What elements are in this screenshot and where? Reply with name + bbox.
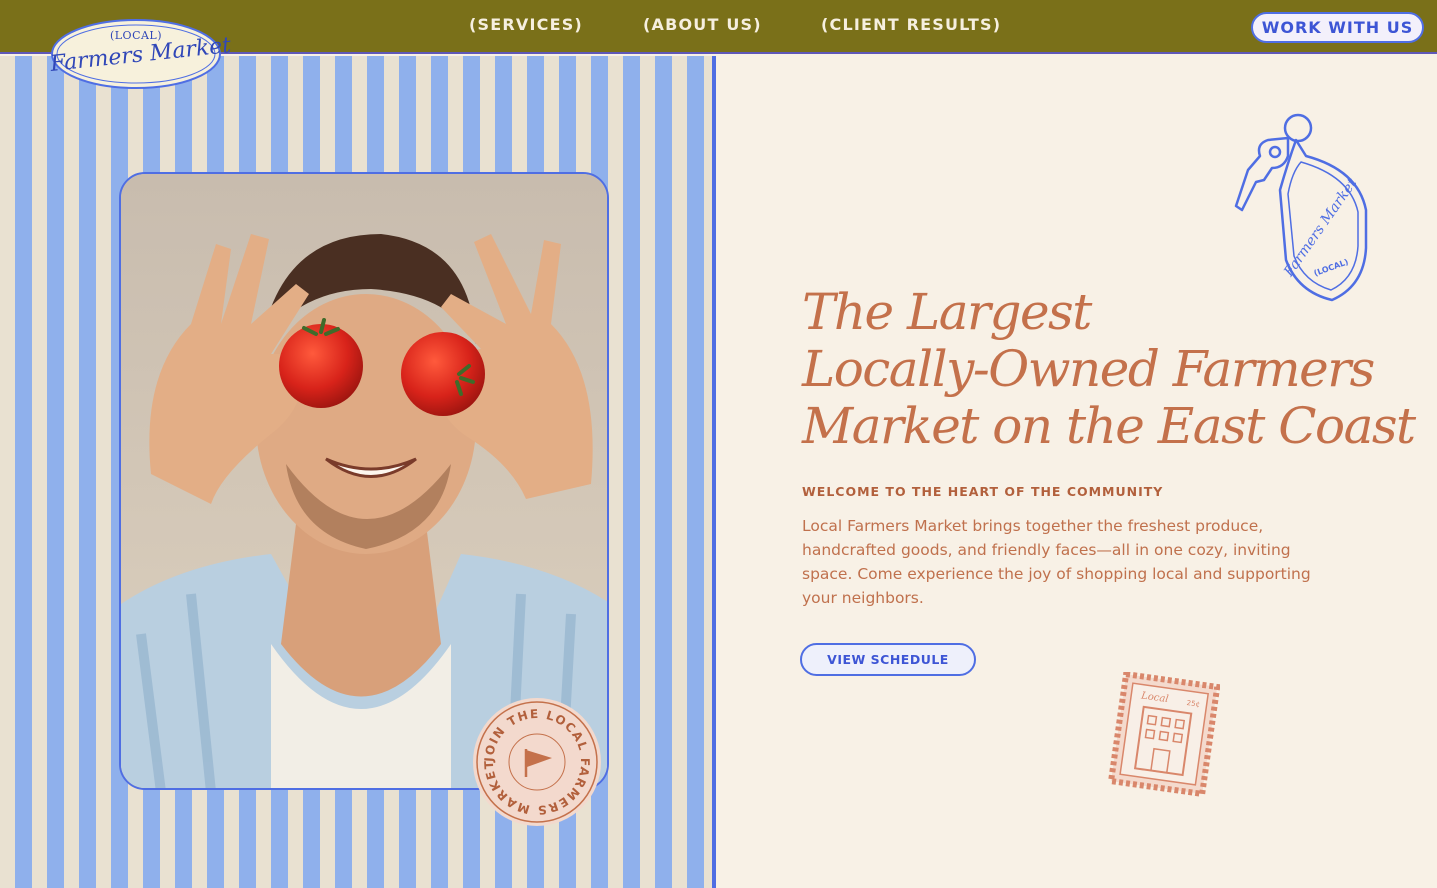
hero-eyebrow: WELCOME TO THE HEART OF THE COMMUNITY: [802, 484, 1164, 499]
view-schedule-button[interactable]: VIEW SCHEDULE: [800, 643, 976, 676]
headline-line-2: Locally-Owned Farmers: [802, 340, 1375, 398]
hero-description: Local Farmers Market brings together the…: [802, 517, 1311, 607]
motel-key-tag-icon: Farmers Market (LOCAL): [1234, 113, 1368, 302]
nav-link-about-us[interactable]: (ABOUT US): [643, 15, 762, 34]
postage-stamp-icon: Local 25¢: [1108, 672, 1220, 798]
work-with-us-button[interactable]: WORK WITH US: [1251, 12, 1424, 43]
join-market-circle-stamp: JOIN THE LOCAL FARMERS MARKET: [473, 698, 601, 826]
nav-link-services[interactable]: (SERVICES): [469, 15, 583, 34]
nav-link-client-results[interactable]: (CLIENT RESULTS): [821, 15, 1001, 34]
headline-line-3: Market on the East Coast: [802, 397, 1416, 455]
site-logo[interactable]: (LOCAL) Farmers Market: [49, 18, 232, 90]
